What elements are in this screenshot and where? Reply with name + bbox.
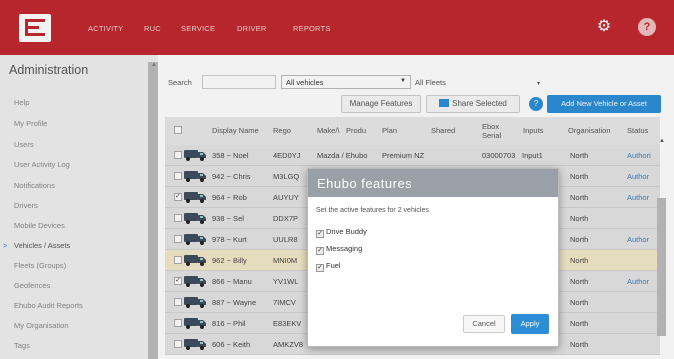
option-messaging-label: Messaging — [326, 244, 363, 253]
option-drive-buddy[interactable]: ✓ Drive Buddy — [316, 227, 367, 238]
option-fuel-label: Fuel — [326, 261, 341, 270]
modal-title: Ehubo features — [317, 176, 413, 191]
option-fuel[interactable]: ✓ Fuel — [316, 261, 341, 272]
option-drive-buddy-label: Drive Buddy — [326, 227, 367, 236]
ehubo-features-modal: Ehubo features Set the active features f… — [307, 168, 559, 347]
modal-header: Ehubo features — [308, 169, 558, 197]
modal-description: Set the active features for 2 vehicles — [316, 207, 429, 214]
apply-button[interactable]: Apply — [511, 314, 549, 334]
checkbox-checked-icon[interactable]: ✓ — [316, 264, 324, 272]
option-messaging[interactable]: ✓ Messaging — [316, 244, 362, 255]
checkbox-checked-icon[interactable]: ✓ — [316, 247, 324, 255]
checkbox-checked-icon[interactable]: ✓ — [316, 230, 324, 238]
cancel-button[interactable]: Cancel — [463, 315, 505, 333]
